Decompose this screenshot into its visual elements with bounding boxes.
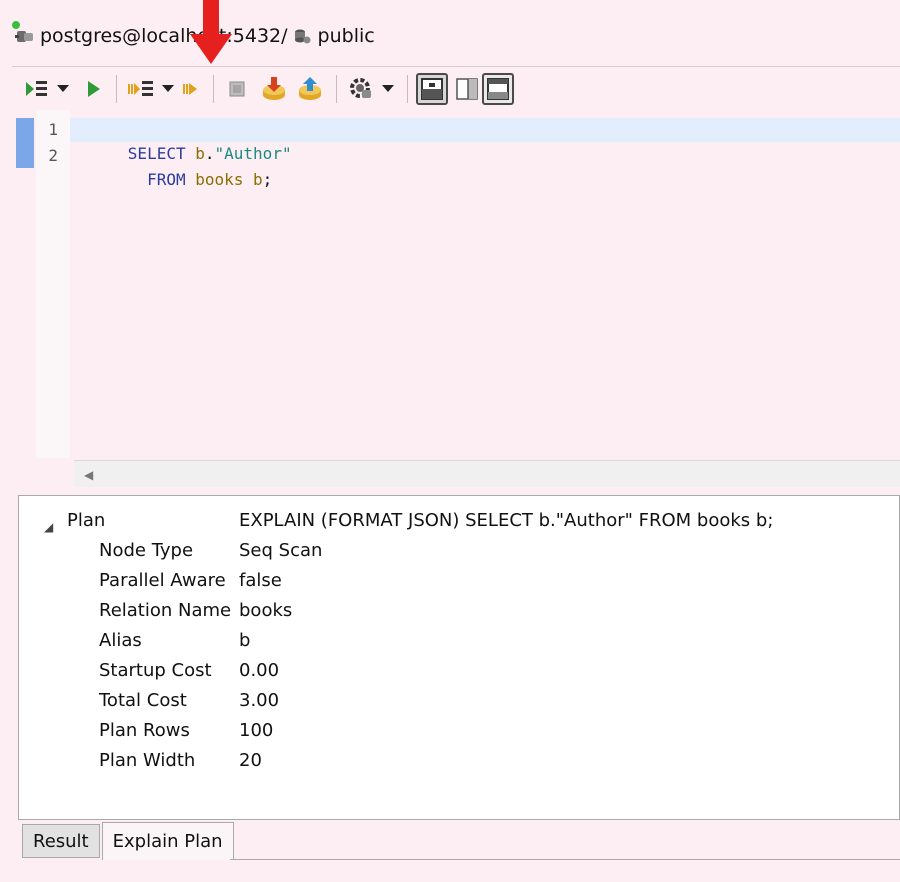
table-name: books: [195, 170, 244, 189]
table-alias: b: [243, 170, 263, 189]
chevron-down-icon: [57, 85, 69, 92]
plan-key: Startup Cost: [99, 660, 212, 681]
explain-dropdown-button[interactable]: [157, 73, 179, 105]
plan-key: Plan Rows: [99, 720, 190, 741]
export-button[interactable]: [292, 73, 328, 105]
play-icon: [88, 81, 100, 97]
plan-value: 20: [239, 750, 262, 771]
toolbar-separator: [213, 75, 214, 103]
schema-icon: [292, 26, 312, 46]
chevron-down-icon: [382, 85, 394, 92]
execute-dropdown-button[interactable]: [52, 73, 74, 105]
plan-row[interactable]: Total Cost 3.00: [99, 686, 879, 716]
sql-editor[interactable]: 1 2 SELECT b."Author" FROM books b;: [12, 110, 900, 458]
plan-value: 3.00: [239, 690, 280, 711]
explain-analyze-button[interactable]: [179, 73, 205, 105]
connected-status-dot: [12, 21, 20, 29]
plan-key: Total Cost: [99, 690, 187, 711]
stop-button[interactable]: [222, 73, 252, 105]
plan-value: 100: [239, 720, 274, 741]
plan-key: Plan Width: [99, 750, 196, 771]
connection-label[interactable]: postgres@localhost:5432/: [40, 25, 288, 47]
plan-key: Plan: [67, 510, 106, 531]
transaction-button[interactable]: [345, 73, 377, 105]
import-icon: [263, 77, 285, 100]
collapse-triangle-icon[interactable]: ◢: [44, 520, 53, 534]
explain-analyze-icon: [183, 83, 197, 95]
plan-row[interactable]: Startup Cost 0.00: [99, 656, 879, 686]
line-number: 2: [48, 146, 58, 165]
tab-result[interactable]: Result: [22, 824, 100, 858]
plan-row[interactable]: Parallel Aware false: [99, 566, 879, 596]
database-connection-icon: [12, 21, 36, 47]
plan-row[interactable]: Plan Rows 100: [99, 716, 879, 746]
plan-value: books: [239, 600, 293, 621]
scroll-left-icon[interactable]: ◀: [84, 468, 93, 482]
plan-key: Alias: [99, 630, 142, 651]
plan-value: b: [239, 630, 251, 651]
red-down-arrow-icon: [190, 0, 232, 64]
stop-icon: [229, 81, 245, 97]
connection-bar: postgres@localhost:5432/ public: [0, 0, 900, 66]
tab-explain-plan[interactable]: Explain Plan: [101, 822, 234, 860]
plan-row[interactable]: Relation Name books: [99, 596, 879, 626]
plan-value: 0.00: [239, 660, 280, 681]
layout-vertical-button[interactable]: [452, 73, 482, 105]
explain-plan-button[interactable]: [125, 73, 157, 105]
plan-row[interactable]: Alias b: [99, 626, 879, 656]
explain-icon: [128, 81, 153, 96]
plan-value: false: [239, 570, 282, 591]
export-icon: [299, 77, 321, 100]
toolbar-separator: [116, 75, 117, 103]
toolbar-separator: [407, 75, 408, 103]
code-line-2[interactable]: FROM books b;: [70, 144, 272, 189]
plan-key: Node Type: [99, 540, 194, 561]
plan-root-row[interactable]: Plan EXPLAIN (FORMAT JSON) SELECT b."Aut…: [67, 506, 887, 536]
plan-row[interactable]: Plan Width 20: [99, 746, 879, 776]
transaction-dropdown-button[interactable]: [377, 73, 399, 105]
plan-key: Relation Name: [99, 600, 232, 621]
layout-maximize-icon: [487, 78, 509, 100]
gear-icon: [350, 78, 371, 98]
plan-row[interactable]: Node Type Seq Scan: [99, 536, 879, 566]
sql-keyword: FROM: [127, 170, 196, 189]
layout-maximize-button[interactable]: [482, 73, 514, 105]
toolbar-separator: [336, 75, 337, 103]
layout-horizontal-icon: [421, 78, 443, 100]
run-button[interactable]: [80, 73, 108, 105]
plan-value: Seq Scan: [239, 540, 323, 561]
sql-editor-toolbar: [12, 66, 900, 111]
chevron-down-icon: [162, 85, 174, 92]
import-button[interactable]: [256, 73, 292, 105]
code-line-1[interactable]: SELECT b."Author": [70, 118, 900, 163]
line-number-gutter: 1 2: [36, 110, 70, 458]
plan-value: EXPLAIN (FORMAT JSON) SELECT b."Author" …: [239, 510, 774, 531]
code-area[interactable]: SELECT b."Author" FROM books b;: [70, 110, 900, 458]
layout-vertical-icon: [456, 78, 478, 100]
schema-label[interactable]: public: [318, 25, 375, 47]
layout-horizontal-button[interactable]: [416, 73, 448, 105]
line-number: 1: [48, 120, 58, 139]
result-tabs: Result Explain Plan: [22, 822, 236, 860]
plan-key: Parallel Aware: [99, 570, 226, 591]
tabs-divider: [230, 859, 900, 860]
execute-script-icon: [26, 81, 47, 96]
explain-plan-panel: ◢ Plan EXPLAIN (FORMAT JSON) SELECT b."A…: [18, 495, 900, 820]
punctuation: ;: [262, 170, 273, 189]
selection-gutter-marker: [16, 118, 34, 168]
editor-horizontal-scrollbar[interactable]: ◀: [74, 460, 900, 487]
execute-statement-button[interactable]: [22, 73, 52, 105]
